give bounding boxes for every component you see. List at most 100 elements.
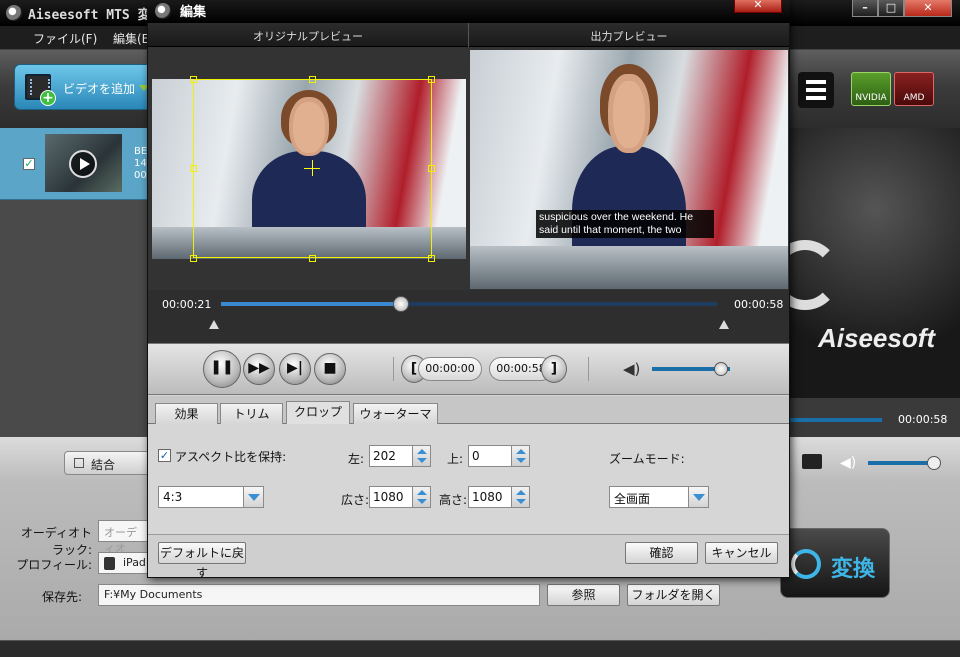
crop-settings-panel: [148, 424, 789, 534]
next-frame-icon: ▶|: [287, 360, 303, 376]
main-progress-bar[interactable]: [790, 418, 882, 422]
nvidia-label: NVIDIA: [855, 93, 887, 103]
crop-handle-bottom[interactable]: [309, 255, 316, 262]
fast-forward-icon: ▶▶: [248, 360, 270, 376]
tab-watermark[interactable]: ウォーターマーク: [353, 403, 438, 441]
main-volume-slider[interactable]: [868, 461, 934, 465]
timeline-progress: [221, 302, 401, 306]
width-label: 広さ:: [341, 493, 370, 507]
main-volume-icon[interactable]: ◀): [840, 455, 856, 471]
convert-label: 変換: [831, 557, 876, 582]
stop-icon: ■: [323, 360, 337, 376]
hamburger-menu-button[interactable]: [798, 72, 834, 108]
trim-end-marker[interactable]: [719, 320, 729, 329]
top-label: 上:: [447, 452, 464, 466]
tab-effect[interactable]: 効果: [155, 403, 218, 424]
file-size: 14: [134, 158, 147, 169]
menu-edit[interactable]: 編集(E: [113, 30, 149, 47]
ipad-icon: [104, 557, 115, 570]
app-logo-icon: [6, 5, 22, 21]
crop-handle-top-right[interactable]: [428, 76, 435, 83]
combine-label: 結合: [91, 458, 116, 472]
folder-icon[interactable]: [802, 454, 822, 469]
crop-handle-bottom-right[interactable]: [428, 255, 435, 262]
width-value: 1080: [373, 490, 404, 504]
main-close-button[interactable]: ✕: [904, 0, 952, 17]
plus-icon: +: [40, 90, 56, 106]
minimize-button[interactable]: –: [852, 0, 878, 17]
audio-track-label: オーディオトラック:: [20, 526, 92, 557]
ok-button[interactable]: 確認: [625, 542, 698, 564]
browse-button[interactable]: 参照: [547, 584, 620, 606]
fast-forward-button[interactable]: ▶▶: [243, 353, 275, 385]
crop-handle-right[interactable]: [428, 165, 435, 172]
file-checkbox[interactable]: ✓: [23, 158, 35, 170]
reset-default-button[interactable]: デフォルトに戻す: [158, 542, 246, 580]
main-volume-knob[interactable]: [927, 456, 941, 470]
aspect-ratio-value: 4:3: [163, 490, 183, 504]
crop-center-crosshair-v[interactable]: [312, 160, 313, 176]
maximize-button[interactable]: □: [878, 0, 904, 17]
top-value: 0: [472, 449, 480, 463]
set-end-button[interactable]: ]: [541, 355, 567, 383]
crop-handle-top-left[interactable]: [190, 76, 197, 83]
crop-handle-left[interactable]: [190, 165, 197, 172]
brand-text: Aiseesoft: [818, 323, 936, 353]
divider: [393, 357, 394, 381]
chevron-down-icon: [243, 487, 263, 507]
amd-label: AMD: [903, 93, 925, 103]
preview-header: オリジナルプレビュー 出力プレビュー: [148, 23, 789, 47]
zoom-mode-select[interactable]: 全画面: [609, 486, 709, 508]
tab-trim[interactable]: トリム: [220, 403, 283, 424]
stepper-arrows-icon[interactable]: [412, 487, 430, 507]
main-preview: Aiseesoft: [770, 128, 960, 398]
dialog-close-button[interactable]: ✕: [734, 0, 782, 13]
left-stepper[interactable]: 202: [369, 445, 431, 467]
start-time-field[interactable]: 00:00:00: [418, 357, 482, 381]
pause-button[interactable]: ❚❚: [203, 350, 241, 388]
height-stepper[interactable]: 1080: [468, 486, 530, 508]
height-value: 1080: [472, 490, 503, 504]
aspect-ratio-select[interactable]: 4:3: [158, 486, 264, 508]
stop-button[interactable]: ■: [314, 353, 346, 385]
main-window-title: Aiseesoft MTS 変: [28, 8, 151, 23]
main-time-total: 00:00:58: [898, 413, 948, 426]
left-label: 左:: [348, 452, 365, 466]
crop-handle-bottom-left[interactable]: [190, 255, 197, 262]
file-thumbnail[interactable]: [45, 134, 122, 192]
top-stepper[interactable]: 0: [468, 445, 530, 467]
dialog-app-icon: [155, 3, 171, 19]
divider: [588, 357, 589, 381]
add-video-button[interactable]: + ビデオを追加: [14, 64, 154, 110]
save-path-field[interactable]: F:¥My Documents: [98, 584, 540, 606]
total-time: 00:00:58: [734, 298, 784, 311]
stepper-arrows-icon[interactable]: [511, 487, 529, 507]
dialog-title-bar: 編集: [147, 0, 790, 23]
crop-handle-top[interactable]: [309, 76, 316, 83]
keep-aspect-label: アスペクト比を保持:: [175, 450, 287, 464]
file-name: BE: [134, 146, 148, 157]
stepper-arrows-icon[interactable]: [412, 446, 430, 466]
width-stepper[interactable]: 1080: [369, 486, 431, 508]
volume-icon[interactable]: ◀): [623, 360, 640, 378]
audio-track-select[interactable]: オーディオ: [98, 520, 150, 555]
video-subtitle: suspicious over the weekend. He said unt…: [536, 210, 714, 238]
stepper-arrows-icon[interactable]: [511, 446, 529, 466]
trim-start-marker[interactable]: [209, 320, 219, 329]
combine-button[interactable]: 結合: [64, 451, 154, 475]
play-icon[interactable]: [69, 150, 97, 178]
next-frame-button[interactable]: ▶|: [279, 353, 311, 385]
keep-aspect-checkbox[interactable]: ✓: [158, 449, 171, 462]
profile-select[interactable]: iPad: [98, 552, 150, 574]
original-preview-label: オリジナルプレビュー: [253, 30, 363, 43]
convert-button[interactable]: 変換: [780, 528, 890, 598]
menu-file[interactable]: ファイル(F): [33, 30, 97, 47]
open-folder-button[interactable]: フォルダを開く: [627, 584, 720, 606]
combine-icon: [74, 458, 84, 468]
volume-knob[interactable]: [714, 362, 728, 376]
pause-icon: ❚❚: [210, 359, 234, 375]
tab-crop[interactable]: クロップ: [286, 401, 350, 425]
amd-badge: AMD: [894, 72, 934, 106]
cancel-button[interactable]: キャンセル: [705, 542, 778, 564]
timeline-knob[interactable]: [393, 296, 409, 312]
